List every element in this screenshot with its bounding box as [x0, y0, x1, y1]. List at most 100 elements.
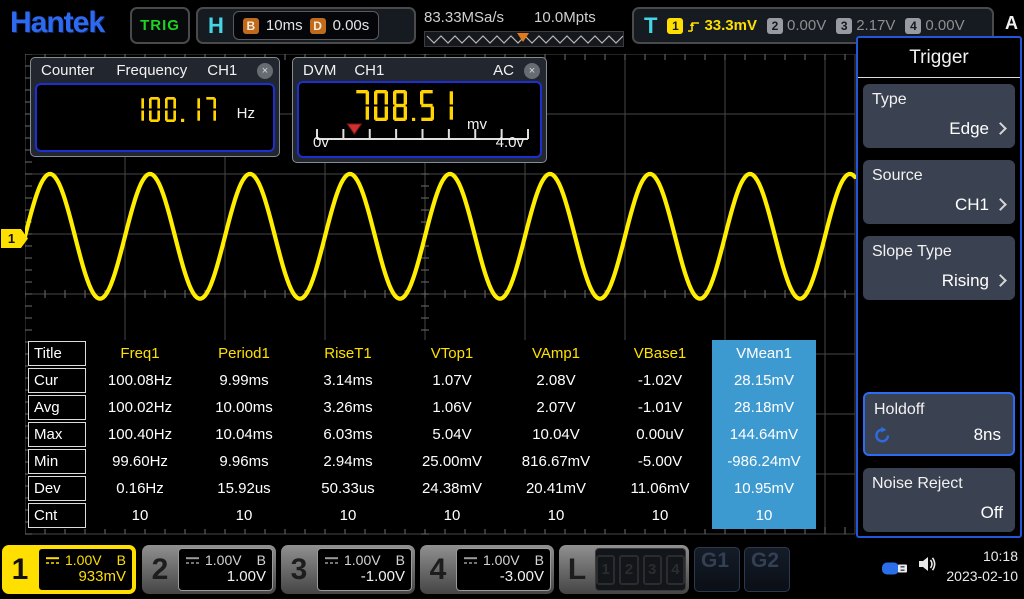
trig-status-label: TRIG: [140, 17, 180, 34]
menu-item-label: Noise Reject: [872, 475, 963, 493]
channel-3-number: 3: [281, 545, 317, 594]
channel-3-control[interactable]: 3 1.00V B -1.00V: [281, 545, 415, 594]
logic-digit-1: 1: [596, 555, 615, 585]
timebase-b-badge: B: [243, 18, 259, 34]
counter-source: CH1: [207, 62, 237, 79]
menu-item-source[interactable]: Source CH1: [863, 160, 1015, 224]
measure-cell: 3.14ms: [296, 367, 400, 394]
channel-2-control[interactable]: 2 1.00V B 1.00V: [142, 545, 276, 594]
measure-cell: 9.99ms: [192, 367, 296, 394]
channel-1-offset: 933mV: [45, 568, 126, 585]
logic-digit-2: 2: [619, 555, 638, 585]
channel-4-control[interactable]: 4 1.00V B -3.00V: [420, 545, 554, 594]
measure-cell: 1.06V: [400, 394, 504, 421]
logic-digit-4: 4: [666, 555, 685, 585]
channel-3-scale: 1.00V: [344, 552, 381, 568]
channel-3-offset: -1.00V: [324, 568, 405, 585]
measure-cell: 100.02Hz: [88, 394, 192, 421]
rising-edge-icon: [687, 19, 700, 33]
measure-col-header: VMean1: [712, 340, 816, 367]
menu-item-value: 8ns: [974, 425, 1001, 445]
waveform-preview-strip: [424, 31, 624, 47]
channel-4-scale: 1.00V: [483, 552, 520, 568]
trigger-t-label: T: [644, 13, 657, 39]
measure-col-header: Period1: [192, 340, 296, 367]
acquisition-info: 83.33MSa/s 10.0Mpts: [424, 9, 626, 26]
logic-digit-3: 3: [643, 555, 662, 585]
chevron-right-icon: [994, 198, 1007, 211]
menu-item-type[interactable]: Type Edge: [863, 84, 1015, 148]
menu-item-holdoff[interactable]: Holdoff 8ns: [863, 392, 1015, 456]
trigger-level-ch2: 2 0.00V: [767, 17, 826, 34]
counter-title: Counter: [41, 62, 94, 79]
measure-corner-cell: Title: [28, 341, 86, 366]
measure-cell: 99.60Hz: [88, 448, 192, 475]
clock-time: 10:18: [946, 546, 1018, 566]
measure-row-label: Cur: [28, 368, 86, 393]
trigger-menu: Trigger Type Edge Source CH1 Slope Type …: [856, 36, 1022, 538]
menu-item-value: Edge: [949, 119, 989, 139]
dvm-title-row: DVM CH1 AC ×: [293, 58, 546, 83]
logic-channels-control[interactable]: L 1 2 3 4: [559, 545, 689, 594]
horizontal-panel[interactable]: H B 10ms D 0.00s: [196, 7, 416, 44]
menu-body: Type Edge Source CH1 Slope Type Rising H…: [858, 78, 1020, 532]
measure-cell: 10.00ms: [192, 394, 296, 421]
ch1-ground-marker[interactable]: 1: [1, 229, 28, 248]
group-g1-button[interactable]: G1: [694, 547, 740, 592]
ch2-trigger-level: 0.00V: [787, 17, 826, 34]
preview-zigzag-icon: [425, 32, 623, 46]
oscilloscope-screen: Hantek TRIG H B 10ms D 0.00s 83.33MSa/s …: [0, 0, 1024, 599]
dvm-source: CH1: [354, 62, 384, 79]
rotate-knob-icon: [873, 426, 892, 445]
channel-2-scale: 1.00V: [205, 552, 242, 568]
dvm-display: mv 0v 4.0v: [297, 81, 542, 158]
delay-value: 0.00s: [333, 17, 370, 34]
menu-item-label: Type: [872, 91, 907, 109]
measure-cell: 24.38mV: [400, 475, 504, 502]
counter-title-row: Counter Frequency CH1 ×: [31, 58, 279, 83]
ch3-badge: 3: [836, 18, 852, 34]
menu-item-slope-type[interactable]: Slope Type Rising: [863, 236, 1015, 300]
chevron-right-icon: [994, 274, 1007, 287]
timebase-box[interactable]: B 10ms D 0.00s: [233, 11, 379, 40]
menu-item-noise-reject[interactable]: Noise Reject Off: [863, 468, 1015, 532]
menu-item-value: Off: [981, 503, 1003, 523]
measure-row-label: Min: [28, 449, 86, 474]
chevron-right-icon: [994, 122, 1007, 135]
clock-date: 2023-02-10: [946, 566, 1018, 586]
trigger-status-badge: TRIG: [130, 7, 190, 44]
measure-cell: 1.07V: [400, 367, 504, 394]
group-g2-button[interactable]: G2: [744, 547, 790, 592]
counter-panel: Counter Frequency CH1 × Hz: [30, 57, 280, 157]
menu-item-label: Source: [872, 167, 923, 185]
measure-cell: 0.16Hz: [88, 475, 192, 502]
trigger-level-ch4: 4 0.00V: [905, 17, 964, 34]
channel-1-info: 1.00V B 933mV: [38, 548, 133, 591]
channel-1-control[interactable]: 1 1.00V B 933mV: [2, 545, 136, 594]
measure-cell: 15.92us: [192, 475, 296, 502]
acquisition-mode-indicator: A: [1005, 13, 1018, 34]
logic-digits: 1 2 3 4: [595, 548, 686, 591]
dvm-title: DVM: [303, 62, 336, 79]
measure-row-label: Dev: [28, 476, 86, 501]
ch3-trigger-level: 2.17V: [856, 17, 895, 34]
measure-cell: 10: [192, 502, 296, 529]
measure-cell: 10.04V: [504, 421, 608, 448]
measure-cell: 10: [296, 502, 400, 529]
measure-cell: 10.04ms: [192, 421, 296, 448]
dc-coupling-icon: [324, 556, 339, 565]
measure-cell: -5.00V: [608, 448, 712, 475]
measure-cell: 0.00uV: [608, 421, 712, 448]
counter-value: [133, 97, 221, 127]
channel-4-number: 4: [420, 545, 456, 594]
measure-cell: 10: [88, 502, 192, 529]
counter-display: Hz: [35, 83, 275, 152]
channel-2-number: 2: [142, 545, 178, 594]
measure-cell: 25.00mV: [400, 448, 504, 475]
close-icon[interactable]: ×: [257, 63, 273, 79]
menu-empty-slot: [863, 312, 1015, 392]
close-icon[interactable]: ×: [524, 63, 540, 79]
menu-item-label: Holdoff: [874, 401, 924, 419]
trigger-level-ch3: 3 2.17V: [836, 17, 895, 34]
measure-cell: 5.04V: [400, 421, 504, 448]
